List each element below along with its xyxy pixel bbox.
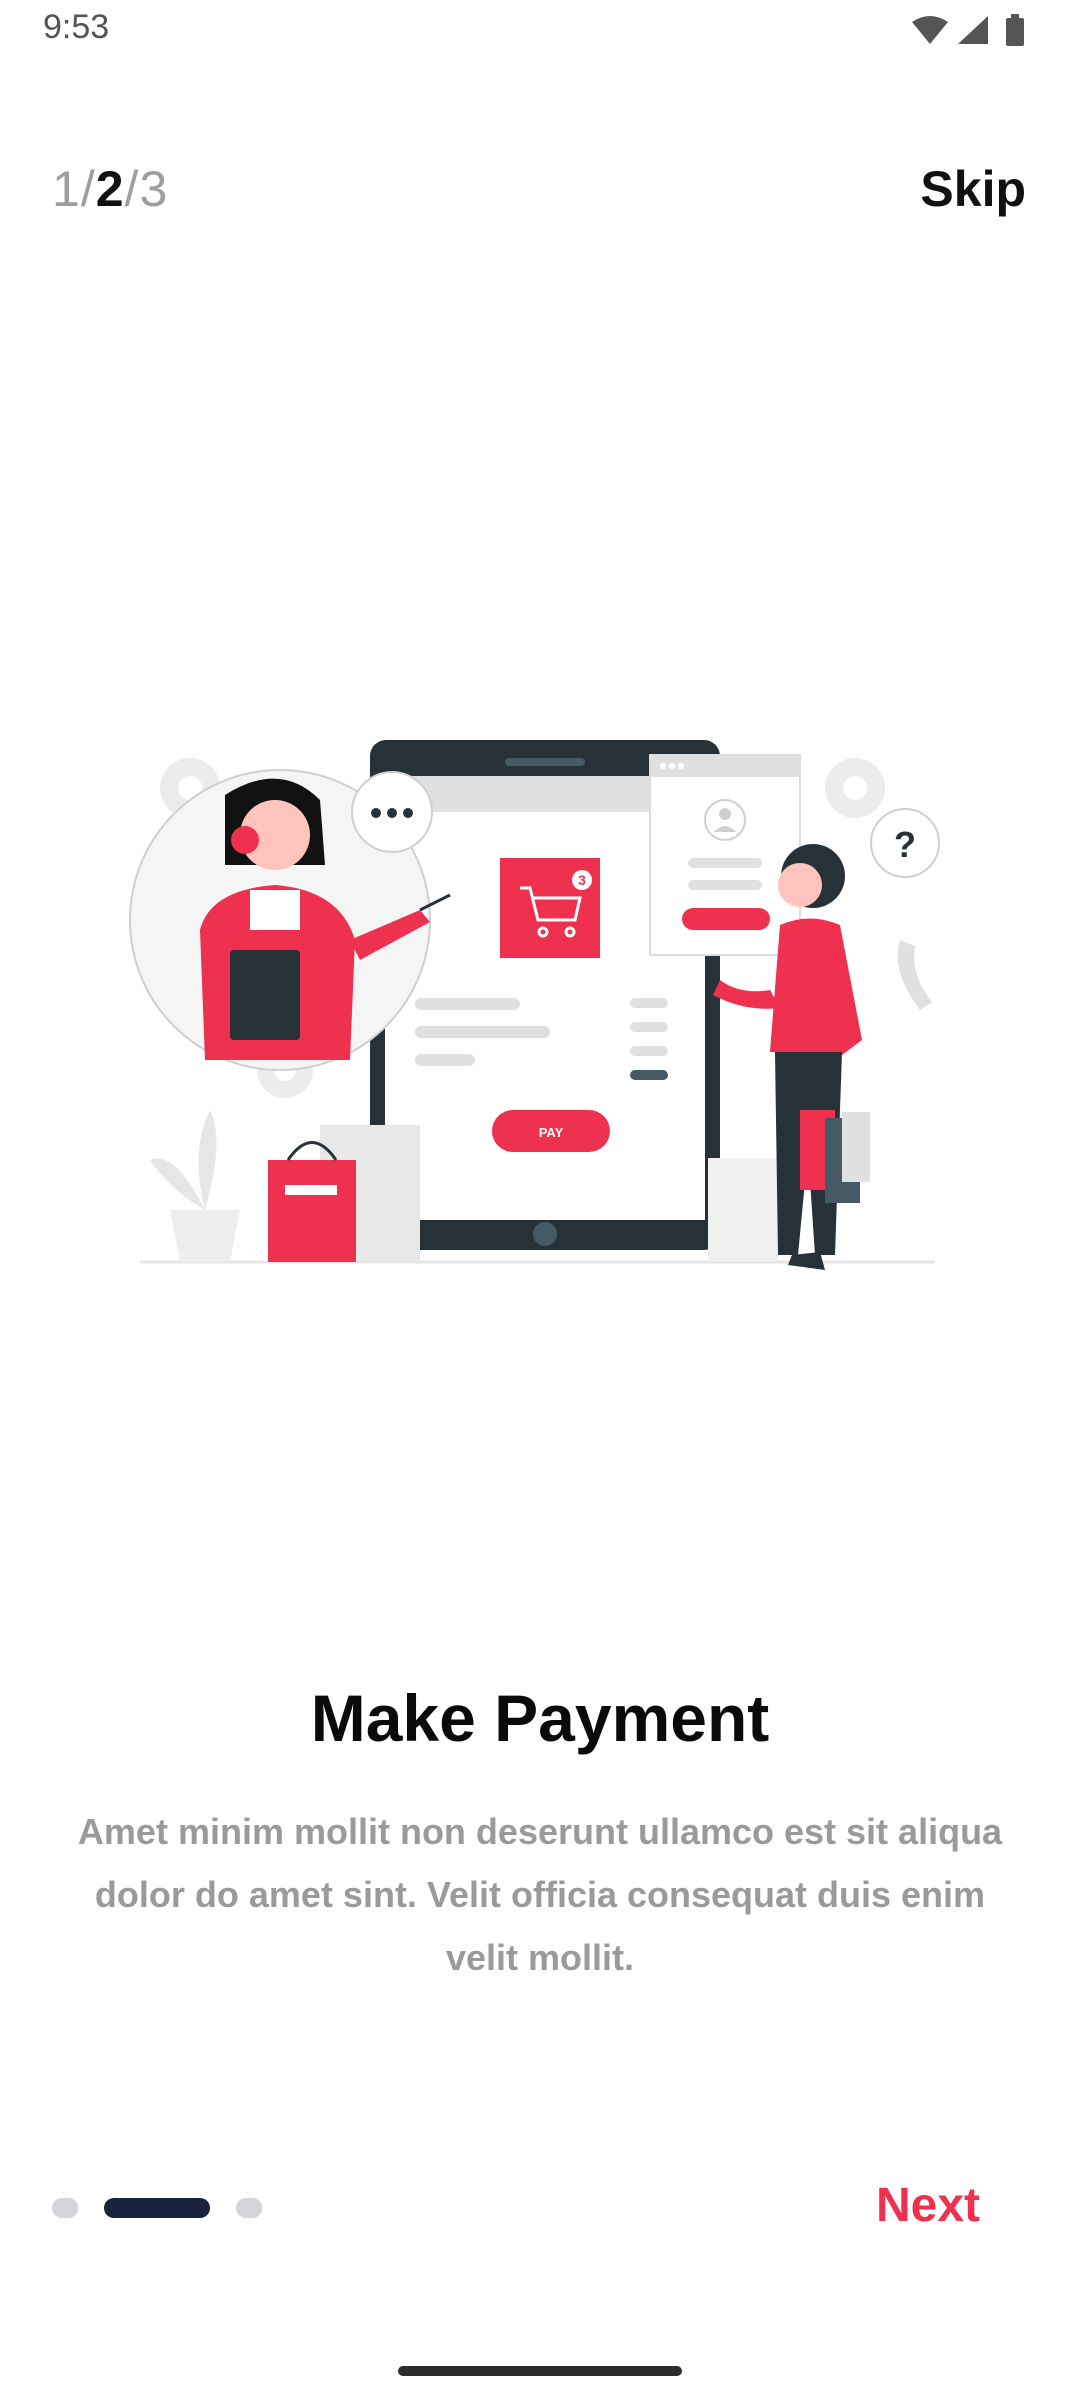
battery-icon xyxy=(1006,14,1024,46)
step-current: 2 xyxy=(95,161,125,217)
step-first: 1 xyxy=(52,161,81,217)
pagination-dot-active xyxy=(104,2198,210,2218)
pay-button-label: PAY xyxy=(539,1125,564,1140)
phone-icon xyxy=(897,940,932,1010)
wifi-icon xyxy=(912,16,948,44)
step-separator: / xyxy=(124,161,140,217)
plant-icon xyxy=(150,1110,240,1262)
page-description: Amet minim mollit non deserunt ullamco e… xyxy=(77,1811,1003,1978)
question-mark: ? xyxy=(894,824,916,865)
skip-button[interactable]: Skip xyxy=(920,160,1026,218)
step-separator: / xyxy=(80,161,96,217)
question-bubble-icon: ? xyxy=(870,808,940,878)
pagination-dot xyxy=(236,2198,262,2218)
payment-illustration: 3 PAY ? xyxy=(129,740,940,1270)
pagination-indicator xyxy=(52,2198,292,2218)
page-title: Make Payment xyxy=(310,1681,770,1755)
profile-card xyxy=(649,754,801,956)
cart-badge: 3 xyxy=(578,872,586,888)
step-indicator: 1/2/3 xyxy=(52,160,168,218)
next-button[interactable]: Next xyxy=(876,2178,980,2233)
status-icons xyxy=(912,14,1024,46)
status-time: 9:53 xyxy=(43,8,110,46)
pagination-dot xyxy=(52,2198,78,2218)
cellular-signal-icon xyxy=(958,16,988,44)
home-indicator[interactable] xyxy=(398,2366,682,2376)
chat-bubble-icon xyxy=(351,771,433,853)
step-last: 3 xyxy=(139,161,169,217)
